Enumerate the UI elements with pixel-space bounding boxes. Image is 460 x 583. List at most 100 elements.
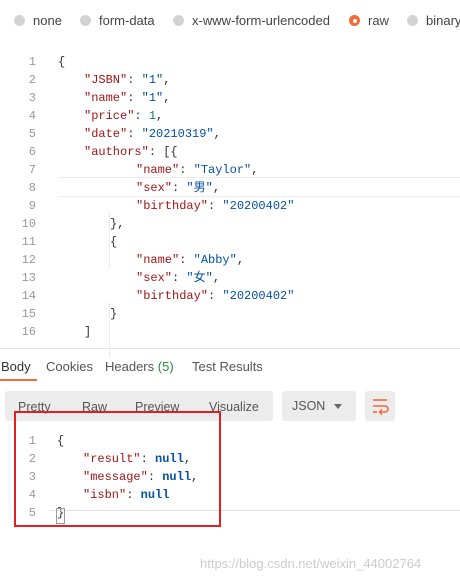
line-number: 10 [21,217,36,231]
line-number: 8 [28,181,36,195]
code-line: { [58,53,65,71]
code-token: : [134,109,149,123]
indent-guide [109,213,110,267]
line-number: 14 [21,289,36,303]
code-line: "birthday": "20200402" [136,287,294,305]
tab-body[interactable]: Body [1,359,31,374]
headers-count-badge: (5) [157,359,174,374]
line-number: 16 [21,325,36,339]
code-line: "price": 1, [84,107,163,125]
active-line-highlight [58,177,460,197]
tab-cookies[interactable]: Cookies [46,359,93,374]
line-number: 15 [21,307,36,321]
request-body-editor[interactable]: 1 2 3 4 5 6 7 8 9 10 11 12 13 14 15 16 {"JSBN": "1", "na… [0,51,460,357]
code-token: "Abby" [193,253,237,267]
line-number: 9 [28,199,36,213]
radio-binary[interactable]: binary [407,13,460,28]
watermark-text: https://blog.csdn.net/weixin_44002764 [200,556,422,571]
code-token: "女" [186,271,213,285]
line-number: 13 [21,271,36,285]
code-token: }, [110,217,125,231]
code-token: "20210319" [141,127,214,141]
code-line: "authors": [{ [84,143,178,161]
response-tabs: Body Cookies Headers (5) Test Results [0,348,460,383]
code-token: , [163,91,171,105]
code-token: : [{ [148,145,178,159]
code-line: ] [84,323,91,341]
code-token: "1" [141,73,164,87]
code-token: "1" [141,91,164,105]
radio-label: binary [426,13,460,28]
line-number: 12 [21,253,36,267]
code-line: { [110,233,117,251]
radio-label: none [33,13,62,28]
body-type-selector: none form-data x-www-form-urlencoded raw… [0,0,460,42]
code-token: , [156,109,164,123]
annotation-highlight-box [14,411,221,527]
radio-dot-icon [80,15,91,26]
code-token: : [179,253,194,267]
format-select-value: JSON [292,399,326,413]
code-token: , [212,271,221,285]
line-number: 4 [28,109,36,123]
code-token: : [208,199,223,213]
radio-form-data[interactable]: form-data [80,13,155,28]
code-token: 1 [148,109,157,123]
code-token: "20200402" [222,199,295,213]
code-token: : [127,73,142,87]
code-token: : [179,163,194,177]
active-tab-indicator [0,379,37,381]
code-line: "date": "20210319", [84,125,221,143]
format-select[interactable]: JSON [282,391,356,421]
code-line: "name": "1", [84,89,170,107]
code-token: , [251,163,259,177]
code-token: "男" [186,181,213,195]
code-token: "sex" [136,271,173,285]
code-line: "birthday": "20200402" [136,197,294,215]
code-token: } [110,307,118,321]
code-token: : [172,271,187,285]
code-line: "sex": "女", [136,269,220,287]
code-token: , [212,181,221,195]
radio-x-www-form-urlencoded[interactable]: x-www-form-urlencoded [173,13,330,28]
radio-label: form-data [99,13,155,28]
radio-raw[interactable]: raw [349,13,389,28]
code-token: "price" [84,109,135,123]
code-token: "20200402" [222,289,295,303]
radio-selected-icon [349,15,360,26]
code-token: : [172,181,187,195]
code-line: "name": "Taylor", [136,161,258,179]
code-token: "name" [136,163,180,177]
code-token: : [127,91,142,105]
code-token: , [213,127,221,141]
radio-dot-icon [407,15,418,26]
code-token: "birthday" [136,199,209,213]
code-token: "sex" [136,181,173,195]
chevron-down-icon [334,404,342,409]
code-token: { [58,55,66,69]
radio-none[interactable]: none [14,13,62,28]
text-wrap-button[interactable] [365,391,395,421]
line-number: 7 [28,163,36,177]
code-token: "birthday" [136,289,209,303]
code-token: , [163,73,171,87]
code-token: "name" [136,253,180,267]
radio-dot-icon [173,15,184,26]
code-token: ] [84,325,92,339]
line-number: 2 [28,73,36,87]
code-line: "name": "Abby", [136,251,244,269]
text-wrap-icon [373,399,389,416]
tab-headers-label: Headers [105,359,155,374]
line-number: 6 [28,145,36,159]
code-line: "JSBN": "1", [84,71,170,89]
tab-headers[interactable]: Headers (5) [105,359,174,374]
code-token: : [208,289,223,303]
code-token: "JSBN" [84,73,128,87]
line-number: 11 [21,235,36,249]
line-number: 1 [28,55,36,69]
code-token: "date" [84,127,128,141]
tab-test-results[interactable]: Test Results [192,359,263,374]
code-token: : [127,127,142,141]
line-number: 5 [28,127,36,141]
code-token: "authors" [84,145,149,159]
